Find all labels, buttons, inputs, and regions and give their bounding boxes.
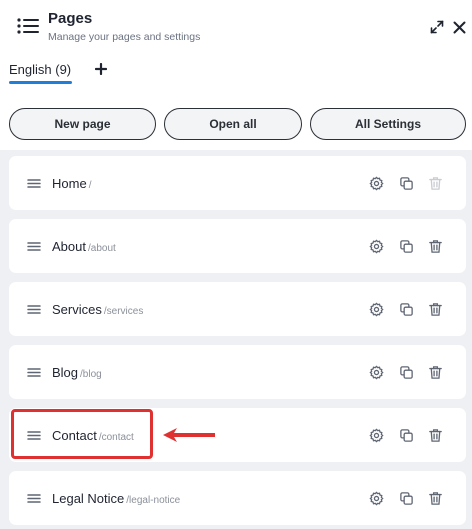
page-name[interactable]: Contact/contact bbox=[52, 428, 134, 443]
drag-handle-icon[interactable] bbox=[27, 305, 41, 314]
page-name[interactable]: Blog/blog bbox=[52, 365, 102, 380]
page-name[interactable]: About/about bbox=[52, 239, 116, 254]
trash-icon[interactable] bbox=[428, 428, 443, 443]
page-title-text: About bbox=[52, 239, 86, 254]
page-row-home[interactable]: Home / bbox=[9, 156, 466, 210]
page-name[interactable]: Legal Notice/legal-notice bbox=[52, 491, 180, 506]
active-tab-indicator bbox=[9, 81, 72, 84]
new-page-button[interactable]: New page bbox=[9, 108, 156, 140]
drag-handle-icon[interactable] bbox=[27, 179, 41, 188]
settings-gear-icon[interactable] bbox=[369, 491, 384, 506]
all-settings-button[interactable]: All Settings bbox=[310, 108, 466, 140]
duplicate-icon[interactable] bbox=[399, 176, 414, 191]
page-subtitle: Manage your pages and settings bbox=[48, 31, 201, 43]
duplicate-icon[interactable] bbox=[399, 491, 414, 506]
page-slug: /contact bbox=[98, 432, 134, 443]
duplicate-icon[interactable] bbox=[399, 365, 414, 380]
trash-icon bbox=[429, 177, 442, 190]
settings-gear-icon[interactable] bbox=[369, 176, 384, 191]
settings-gear-icon[interactable] bbox=[369, 428, 384, 443]
drag-handle-icon[interactable] bbox=[27, 431, 41, 440]
page-row-legal-notice[interactable]: Legal Notice/legal-notice bbox=[9, 471, 466, 525]
page-slug: /services bbox=[103, 306, 144, 317]
plus-icon[interactable] bbox=[95, 63, 107, 75]
expand-icon[interactable] bbox=[430, 20, 444, 34]
page-slug: /about bbox=[87, 243, 116, 254]
page-title-text: Contact bbox=[52, 428, 97, 443]
drag-handle-icon[interactable] bbox=[27, 494, 41, 503]
arrow-left-icon bbox=[163, 428, 215, 442]
page-name[interactable]: Home / bbox=[52, 176, 91, 191]
trash-icon[interactable] bbox=[428, 239, 443, 254]
page-row-contact[interactable]: Contact/contact bbox=[9, 408, 466, 462]
page-title: Pages bbox=[48, 10, 93, 27]
close-icon[interactable] bbox=[453, 21, 466, 34]
page-row-blog[interactable]: Blog/blog bbox=[9, 345, 466, 399]
trash-icon[interactable] bbox=[428, 365, 443, 380]
page-slug: / bbox=[88, 180, 92, 191]
settings-gear-icon[interactable] bbox=[369, 302, 384, 317]
trash-icon[interactable] bbox=[428, 302, 443, 317]
page-slug: /blog bbox=[80, 369, 102, 380]
drag-handle-icon[interactable] bbox=[27, 242, 41, 251]
page-title-text: Blog bbox=[52, 365, 79, 380]
duplicate-icon[interactable] bbox=[399, 302, 414, 317]
settings-gear-icon[interactable] bbox=[369, 239, 384, 254]
page-title-text: Legal Notice bbox=[52, 491, 125, 506]
page-title-text: Services bbox=[52, 302, 102, 317]
page-title-text: Home bbox=[52, 176, 87, 191]
settings-gear-icon[interactable] bbox=[369, 365, 384, 380]
panel-header: Pages Manage your pages and settings Eng… bbox=[0, 0, 472, 150]
open-all-button[interactable]: Open all bbox=[164, 108, 302, 140]
tab-english[interactable]: English (9) bbox=[9, 62, 71, 77]
duplicate-icon[interactable] bbox=[399, 239, 414, 254]
duplicate-icon[interactable] bbox=[399, 428, 414, 443]
drag-handle-icon[interactable] bbox=[27, 368, 41, 377]
trash-icon[interactable] bbox=[428, 491, 443, 506]
page-slug: /legal-notice bbox=[126, 495, 181, 506]
page-row-services[interactable]: Services/services bbox=[9, 282, 466, 336]
page-name[interactable]: Services/services bbox=[52, 302, 143, 317]
page-row-about[interactable]: About/about bbox=[9, 219, 466, 273]
menu-list-icon[interactable] bbox=[16, 16, 40, 36]
